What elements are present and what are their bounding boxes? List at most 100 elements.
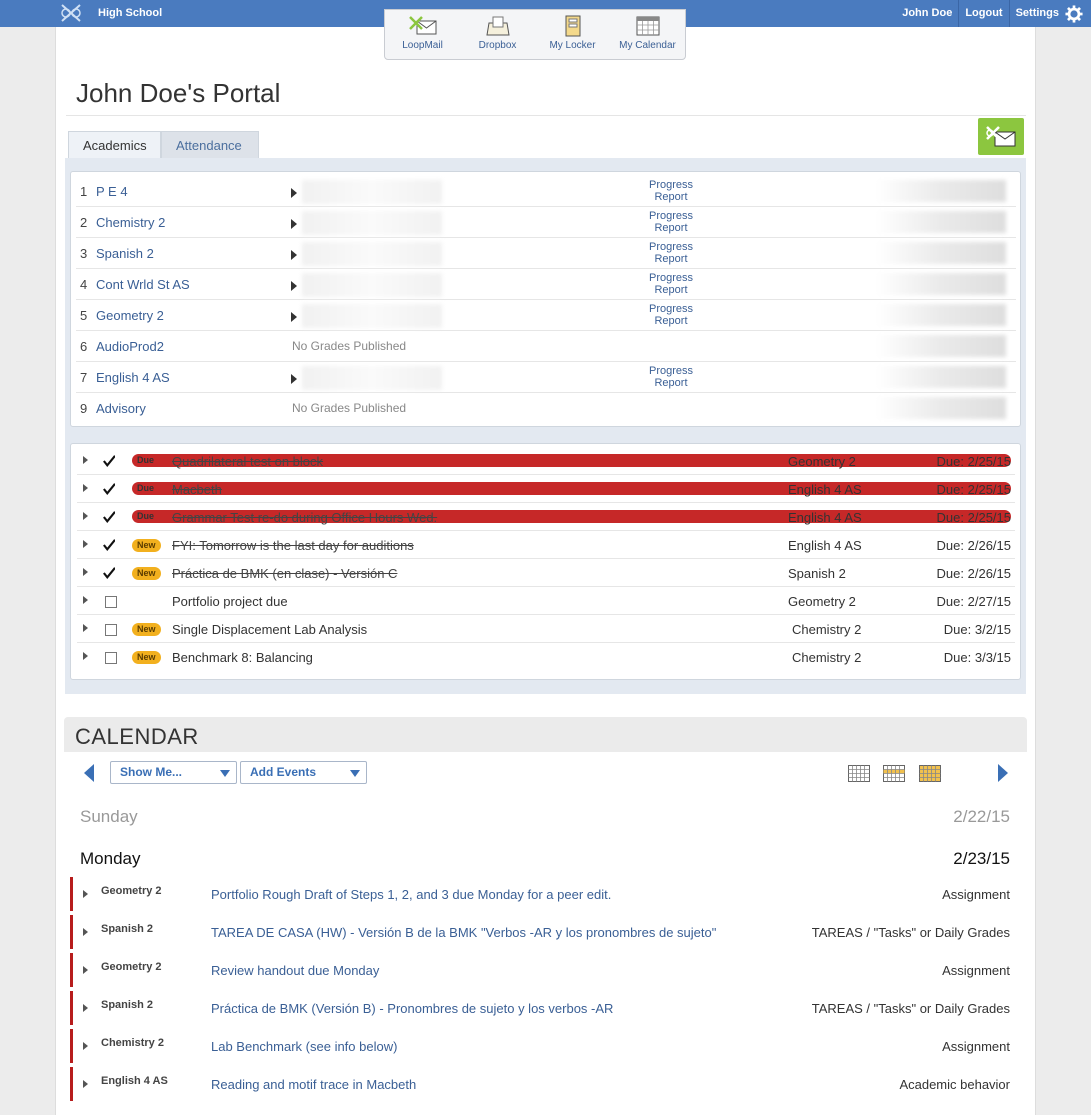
event-course: Geometry 2	[101, 961, 162, 973]
redacted-teacher	[876, 335, 1006, 357]
assignment-title[interactable]: Quadrilateral test on block	[172, 454, 323, 469]
expand-arrow-icon[interactable]	[291, 312, 297, 322]
event-category: Academic behavior	[899, 1077, 1010, 1092]
checked-checkbox-icon[interactable]	[103, 511, 115, 523]
assignment-row: Due Macbeth English 4 AS Due: 2/25/15	[77, 475, 1015, 503]
assignment-course: Geometry 2	[788, 454, 856, 469]
checkbox[interactable]	[105, 596, 117, 608]
day-row: Sunday 2/22/15	[80, 807, 1010, 831]
gear-icon[interactable]	[1065, 4, 1083, 23]
expand-arrow-icon[interactable]	[291, 219, 297, 229]
expand-arrow-icon[interactable]	[83, 596, 88, 604]
course-link[interactable]: Chemistry 2	[96, 215, 165, 230]
progress-report-link[interactable]: Progress Report	[636, 241, 706, 265]
expand-arrow-icon[interactable]	[83, 966, 88, 974]
calendar-icon	[636, 16, 659, 36]
dropbox-app-button[interactable]: Dropbox	[463, 15, 533, 59]
expand-arrow-icon[interactable]	[83, 512, 88, 520]
expand-arrow-icon[interactable]	[83, 928, 88, 936]
progress-report-link[interactable]: Progress Report	[636, 365, 706, 389]
assignment-due-date: Due: 2/25/15	[936, 482, 1011, 497]
course-link[interactable]: AudioProd2	[96, 339, 164, 354]
assignment-title[interactable]: FYI: Tomorrow is the last day for auditi…	[172, 538, 414, 553]
assignment-course: English 4 AS	[788, 538, 862, 553]
expand-arrow-icon[interactable]	[83, 456, 88, 464]
assignment-title[interactable]: Grammar Test re-do during Office Hours W…	[172, 510, 437, 525]
expand-arrow-icon[interactable]	[83, 568, 88, 576]
my-locker-app-button[interactable]: My Locker	[538, 15, 608, 59]
expand-arrow-icon[interactable]	[291, 281, 297, 291]
redacted-grade	[302, 211, 442, 235]
tab-attendance[interactable]: Attendance	[161, 131, 259, 158]
day-view-icon[interactable]	[848, 765, 870, 782]
redacted-grade	[302, 304, 442, 328]
expand-arrow-icon[interactable]	[291, 188, 297, 198]
event-title-link[interactable]: Lab Benchmark (see info below)	[211, 1039, 397, 1054]
day-date: 2/23/15	[953, 849, 1010, 868]
due-badge: Due	[132, 482, 1011, 495]
expand-arrow-icon[interactable]	[291, 250, 297, 260]
loopmail-app-button[interactable]: LoopMail	[388, 15, 458, 59]
checked-checkbox-icon[interactable]	[103, 539, 115, 551]
month-view-icon[interactable]	[919, 765, 941, 782]
settings-link[interactable]: Settings	[1008, 0, 1065, 27]
no-grades-text: No Grades Published	[292, 339, 407, 353]
course-link[interactable]: P E 4	[96, 184, 128, 199]
period-number: 1	[80, 184, 88, 199]
expand-arrow-icon[interactable]	[83, 1004, 88, 1012]
expand-arrow-icon[interactable]	[291, 374, 297, 384]
assignment-title[interactable]: Portfolio project due	[172, 594, 288, 609]
event-title-link[interactable]: Review handout due Monday	[211, 963, 379, 978]
event-title-link[interactable]: Portfolio Rough Draft of Steps 1, 2, and…	[211, 887, 611, 902]
course-link[interactable]: English 4 AS	[96, 370, 170, 385]
add-events-dropdown[interactable]: Add Events	[240, 761, 367, 784]
schoolloop-logo-icon[interactable]	[60, 3, 82, 23]
progress-report-link[interactable]: Progress Report	[636, 272, 706, 296]
show-me-dropdown[interactable]: Show Me...	[110, 761, 237, 784]
previous-arrow-icon[interactable]	[84, 764, 94, 782]
checked-checkbox-icon[interactable]	[103, 483, 115, 495]
course-link[interactable]: Spanish 2	[96, 246, 154, 261]
tab-academics[interactable]: Academics	[68, 131, 161, 158]
assignment-course: Chemistry 2	[792, 622, 862, 637]
period-number: 6	[80, 339, 88, 354]
checkbox[interactable]	[105, 652, 117, 664]
chevron-down-icon	[350, 770, 360, 777]
assignment-course: Chemistry 2	[792, 650, 862, 665]
course-link[interactable]: Advisory	[96, 401, 146, 416]
progress-report-link[interactable]: Progress Report	[636, 303, 706, 327]
assignment-title[interactable]: Macbeth	[172, 482, 222, 497]
week-view-icon[interactable]	[883, 765, 905, 782]
app-launcher: LoopMail Dropbox My Locker My Calendar	[384, 9, 686, 60]
assignment-title[interactable]: Single Displacement Lab Analysis	[172, 622, 367, 637]
logout-link[interactable]: Logout	[958, 0, 1008, 27]
compose-loopmail-button[interactable]	[978, 118, 1024, 155]
assignment-title[interactable]: Benchmark 8: Balancing	[172, 650, 313, 665]
course-link[interactable]: Cont Wrld St AS	[96, 277, 190, 292]
add-events-label: Add Events	[250, 765, 317, 779]
checkbox[interactable]	[105, 624, 117, 636]
expand-arrow-icon[interactable]	[83, 1042, 88, 1050]
my-calendar-app-button[interactable]: My Calendar	[613, 15, 683, 59]
checked-checkbox-icon[interactable]	[103, 455, 115, 467]
expand-arrow-icon[interactable]	[83, 652, 88, 660]
expand-arrow-icon[interactable]	[83, 624, 88, 632]
event-title-link[interactable]: Práctica de BMK (Versión B) - Pronombres…	[211, 1001, 613, 1016]
my-locker-label: My Locker	[549, 40, 596, 51]
user-name-link[interactable]: John Doe	[896, 0, 958, 27]
period-number: 4	[80, 277, 88, 292]
next-arrow-icon[interactable]	[998, 764, 1008, 782]
course-link[interactable]: Geometry 2	[96, 308, 164, 323]
redacted-teacher	[876, 211, 1006, 233]
calendar-event: English 4 AS Reading and motif trace in …	[70, 1067, 1010, 1101]
assignment-title[interactable]: Práctica de BMK (en clase) - Versión C	[172, 566, 397, 581]
expand-arrow-icon[interactable]	[83, 540, 88, 548]
event-title-link[interactable]: TAREA DE CASA (HW) - Versión B de la BMK…	[211, 925, 716, 940]
event-title-link[interactable]: Reading and motif trace in Macbeth	[211, 1077, 416, 1092]
progress-report-link[interactable]: Progress Report	[636, 210, 706, 234]
expand-arrow-icon[interactable]	[83, 484, 88, 492]
progress-report-link[interactable]: Progress Report	[636, 179, 706, 203]
expand-arrow-icon[interactable]	[83, 890, 88, 898]
expand-arrow-icon[interactable]	[83, 1080, 88, 1088]
checked-checkbox-icon[interactable]	[103, 567, 115, 579]
